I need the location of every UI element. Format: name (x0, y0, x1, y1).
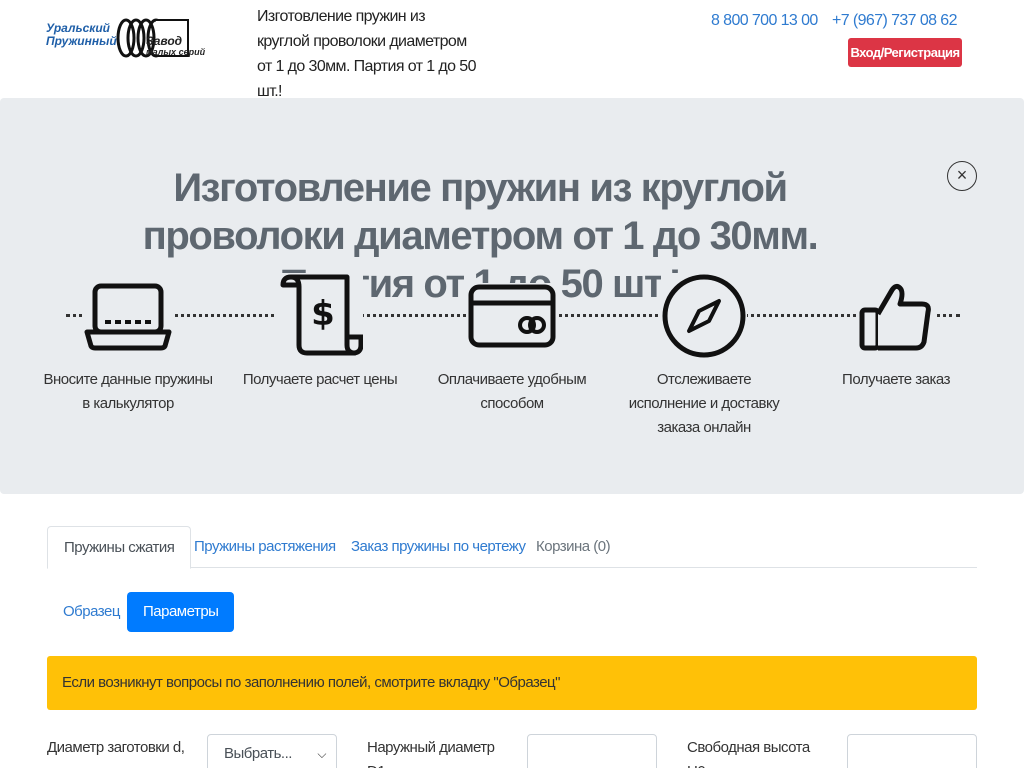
pill-parameters[interactable]: Параметры (127, 592, 235, 632)
wire-diameter-select[interactable]: Выбрать... ⌵ (207, 734, 337, 768)
phone-link-1[interactable]: 8 800 700 13 00 (711, 12, 818, 30)
free-height-input[interactable] (847, 734, 977, 768)
pill-sample[interactable]: Образец (47, 592, 136, 632)
header: Уральский Пружинный Завод малых серий Из… (0, 0, 1024, 100)
product-tabs: Пружины сжатия Пружины растяжения Заказ … (47, 526, 977, 569)
logo-subtext: Завод малых серий (146, 34, 206, 57)
tab-cart[interactable]: Корзина (0) (520, 526, 626, 568)
step-2: $ Получаете расчет цены (235, 273, 405, 392)
outer-diameter-input[interactable] (527, 734, 657, 768)
compass-icon (661, 273, 747, 359)
tab-order-by-drawing[interactable]: Заказ пружины по чертежу (335, 526, 542, 568)
hero-banner: Изготовление пружин из круглой проволоки… (0, 98, 1024, 494)
step-4: Отслеживаете исполнение и доставку заказ… (619, 273, 789, 440)
step-label: Отслеживаете исполнение и доставку заказ… (628, 371, 780, 436)
step-3: Оплачиваете удобным способом (427, 274, 597, 416)
tab-extension-springs[interactable]: Пружины растяжения (178, 526, 352, 568)
step-label: Получаете заказ (842, 371, 950, 388)
close-icon[interactable]: × (947, 161, 977, 191)
info-alert: Если возникнут вопросы по заполнению пол… (47, 656, 977, 710)
laptop-icon (83, 280, 173, 352)
credit-card-icon (467, 283, 557, 349)
select-value: Выбрать... (224, 745, 292, 762)
login-register-button[interactable]: Вход/Регистрация (848, 38, 962, 67)
logo[interactable]: Уральский Пружинный Завод малых серий (46, 16, 226, 62)
invoice-dollar-icon: $ (277, 273, 363, 359)
tab-compression-springs[interactable]: Пружины сжатия (47, 526, 192, 569)
header-tagline: Изготовление пружин из круглой проволоки… (257, 8, 477, 100)
thumbs-up-icon (858, 280, 934, 352)
logo-text: Уральский Пружинный (46, 21, 117, 48)
free-height-label: Свободная высота H0, мм (687, 739, 810, 768)
chevron-down-icon: ⌵ (317, 747, 326, 761)
phone-link-2[interactable]: +7 (967) 737 08 62 (832, 12, 957, 30)
step-5: Получаете заказ (811, 274, 981, 392)
step-label: Оплачиваете удобным способом (437, 371, 587, 412)
step-label: Получаете расчет цены (242, 371, 398, 388)
step-label: Вносите данные пружины в калькулятор (43, 371, 213, 412)
step-1: Вносите данные пружины в калькулятор (43, 274, 213, 416)
outer-diameter-label: Наружный диаметр D1, мм (367, 739, 495, 768)
wire-diameter-label: Диаметр заготовки d, мм (47, 739, 185, 768)
svg-text:$: $ (311, 294, 335, 334)
